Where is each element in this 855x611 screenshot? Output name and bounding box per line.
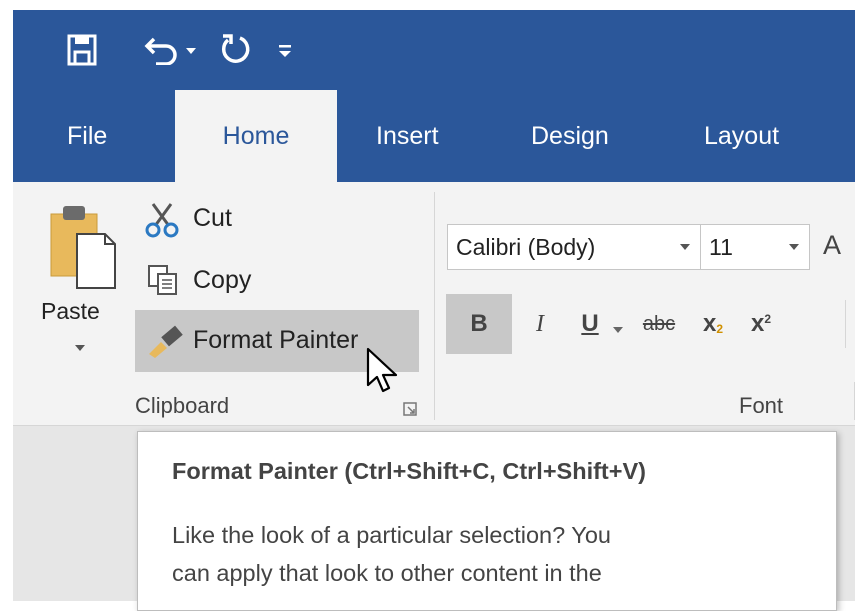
superscript-glyph: x [750, 310, 765, 337]
tooltip-line-1: Like the look of a particular selection?… [172, 522, 611, 548]
underline-button[interactable]: U [570, 294, 610, 354]
subscript-mark: 2 [716, 322, 724, 336]
tab-design[interactable]: Design [531, 90, 609, 182]
tab-file-label: File [67, 121, 108, 150]
customize-qat-icon[interactable] [275, 40, 295, 60]
tab-home-label: Home [222, 121, 290, 150]
redo-icon[interactable] [218, 30, 254, 68]
tab-file[interactable]: File [67, 90, 107, 182]
font-name-value: Calibri (Body) [456, 233, 596, 260]
font-group-label: Font [739, 393, 784, 418]
copy-label: Copy [193, 266, 252, 294]
clipboard-group-label: Clipboard [135, 393, 230, 418]
title-bar [13, 10, 855, 90]
tab-layout-label: Layout [704, 121, 780, 150]
bold-button[interactable]: B [446, 294, 512, 354]
chevron-down-icon[interactable] [779, 244, 809, 250]
group-separator [434, 192, 435, 420]
paste-dropdown-icon[interactable] [75, 338, 85, 356]
cut-button[interactable]: Cut [143, 200, 273, 240]
chevron-down-icon[interactable] [670, 244, 700, 250]
grow-font-button[interactable]: A [823, 230, 841, 261]
clipboard-launcher-icon[interactable] [403, 402, 417, 421]
superscript-mark: 2 [764, 312, 772, 326]
superscript-button[interactable]: x2 [741, 294, 781, 354]
dropdown-arrow-icon[interactable] [184, 44, 198, 58]
tab-insert-label: Insert [376, 121, 439, 150]
subscript-button[interactable]: x2 [693, 294, 733, 354]
underline-dropdown-icon[interactable] [613, 320, 623, 338]
tab-home[interactable]: Home [175, 90, 337, 182]
italic-button[interactable]: I [515, 294, 565, 354]
subscript-glyph: x [702, 310, 717, 337]
font-name-combobox[interactable]: Calibri (Body) [447, 224, 701, 270]
tab-insert[interactable]: Insert [376, 90, 439, 182]
undo-icon[interactable] [143, 32, 183, 68]
paste-label: Paste [41, 298, 100, 324]
font-row-separator [845, 300, 846, 348]
format-painter-tooltip: Format Painter (Ctrl+Shift+C, Ctrl+Shift… [137, 431, 837, 611]
tab-layout[interactable]: Layout [704, 90, 779, 182]
format-painter-icon [147, 324, 183, 363]
paste-icon [49, 200, 119, 295]
paste-button[interactable]: Paste [37, 196, 125, 356]
font-size-combobox[interactable]: 11 [700, 224, 810, 270]
tooltip-line-2: can apply that look to other content in … [172, 560, 602, 586]
cut-label: Cut [193, 204, 232, 232]
format-painter-label: Format Painter [193, 326, 359, 354]
save-icon[interactable] [65, 32, 99, 68]
scissors-icon [145, 202, 179, 243]
tooltip-title: Format Painter (Ctrl+Shift+C, Ctrl+Shift… [172, 458, 646, 484]
ribbon-tabs: File Home Insert Design Layout [13, 90, 855, 182]
mouse-cursor-icon [366, 347, 402, 400]
copy-button[interactable]: Copy [143, 262, 293, 302]
copy-icon [147, 264, 179, 301]
strikethrough-button[interactable]: abc [629, 294, 689, 354]
tab-design-label: Design [531, 121, 609, 150]
ribbon: Paste Cut Copy Format Painter Clipboard … [13, 182, 855, 426]
font-size-value: 11 [709, 233, 733, 260]
